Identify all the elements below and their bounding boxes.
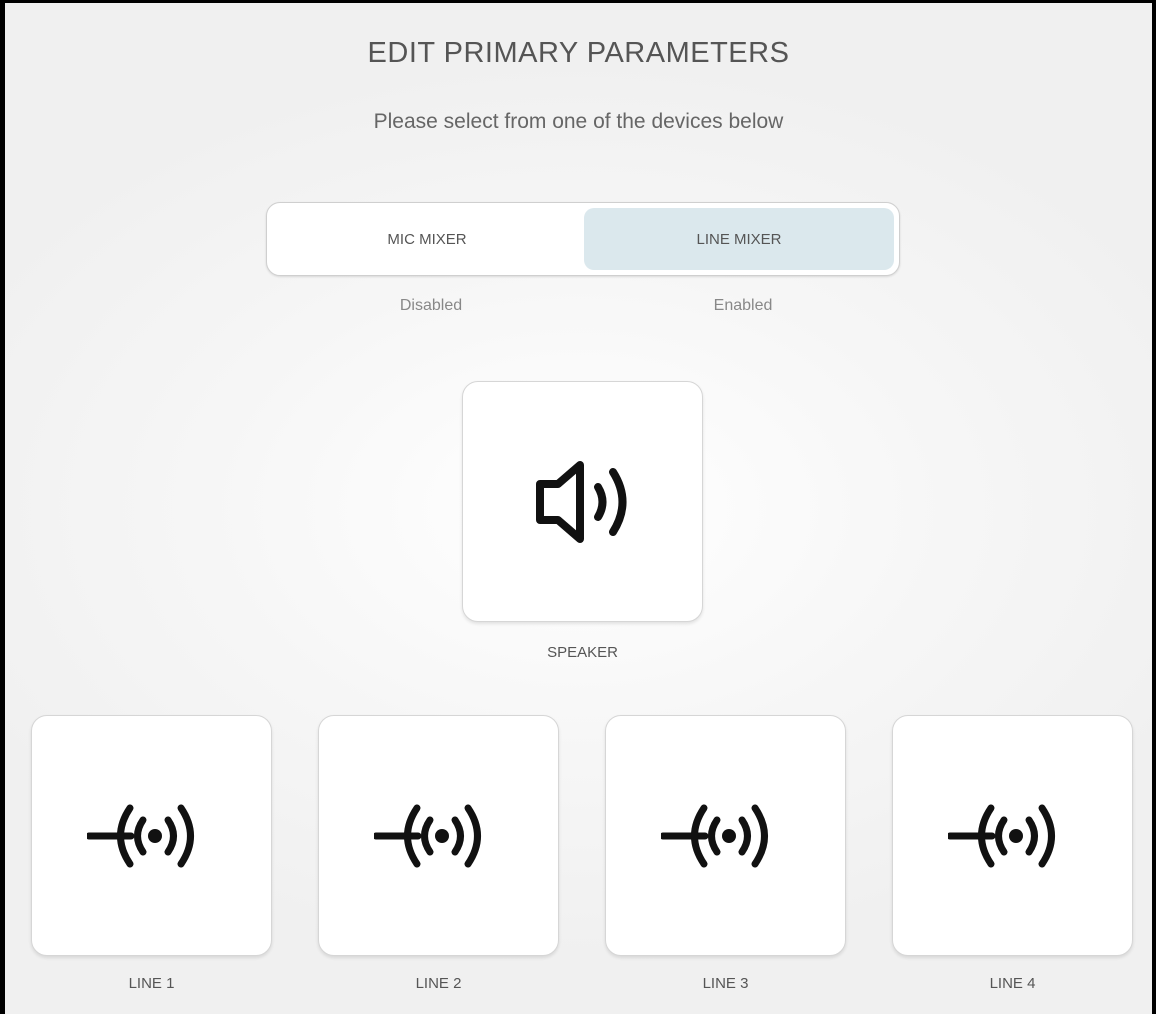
line-4-label: LINE 4 [989, 975, 1036, 992]
page-subtitle: Please select from one of the devices be… [373, 110, 784, 133]
line-2-device-card[interactable] [318, 715, 559, 956]
speaker-icon [528, 452, 638, 552]
line-input-icon [660, 796, 791, 876]
mixer-toggle: MIC MIXER LINE MIXER [266, 202, 900, 276]
line-3-label: LINE 3 [702, 975, 749, 992]
page-title: EDIT PRIMARY PARAMETERS [367, 37, 790, 69]
line-mixer-status: Enabled [713, 297, 773, 314]
page-frame: EDIT PRIMARY PARAMETERS Please select fr… [0, 0, 1156, 1014]
line-4-device-card[interactable] [892, 715, 1133, 956]
speaker-device-card[interactable] [462, 381, 703, 622]
line-1-device-card[interactable] [31, 715, 272, 956]
line-mixer-option[interactable]: LINE MIXER [584, 208, 894, 270]
line-3-device-card[interactable] [605, 715, 846, 956]
mic-mixer-status: Disabled [399, 297, 463, 314]
line-input-icon [86, 796, 217, 876]
line-input-icon [947, 796, 1078, 876]
line-2-label: LINE 2 [415, 975, 462, 992]
mic-mixer-option[interactable]: MIC MIXER [272, 208, 582, 270]
speaker-label: SPEAKER [547, 644, 618, 661]
line-input-icon [373, 796, 504, 876]
line-1-label: LINE 1 [128, 975, 175, 992]
